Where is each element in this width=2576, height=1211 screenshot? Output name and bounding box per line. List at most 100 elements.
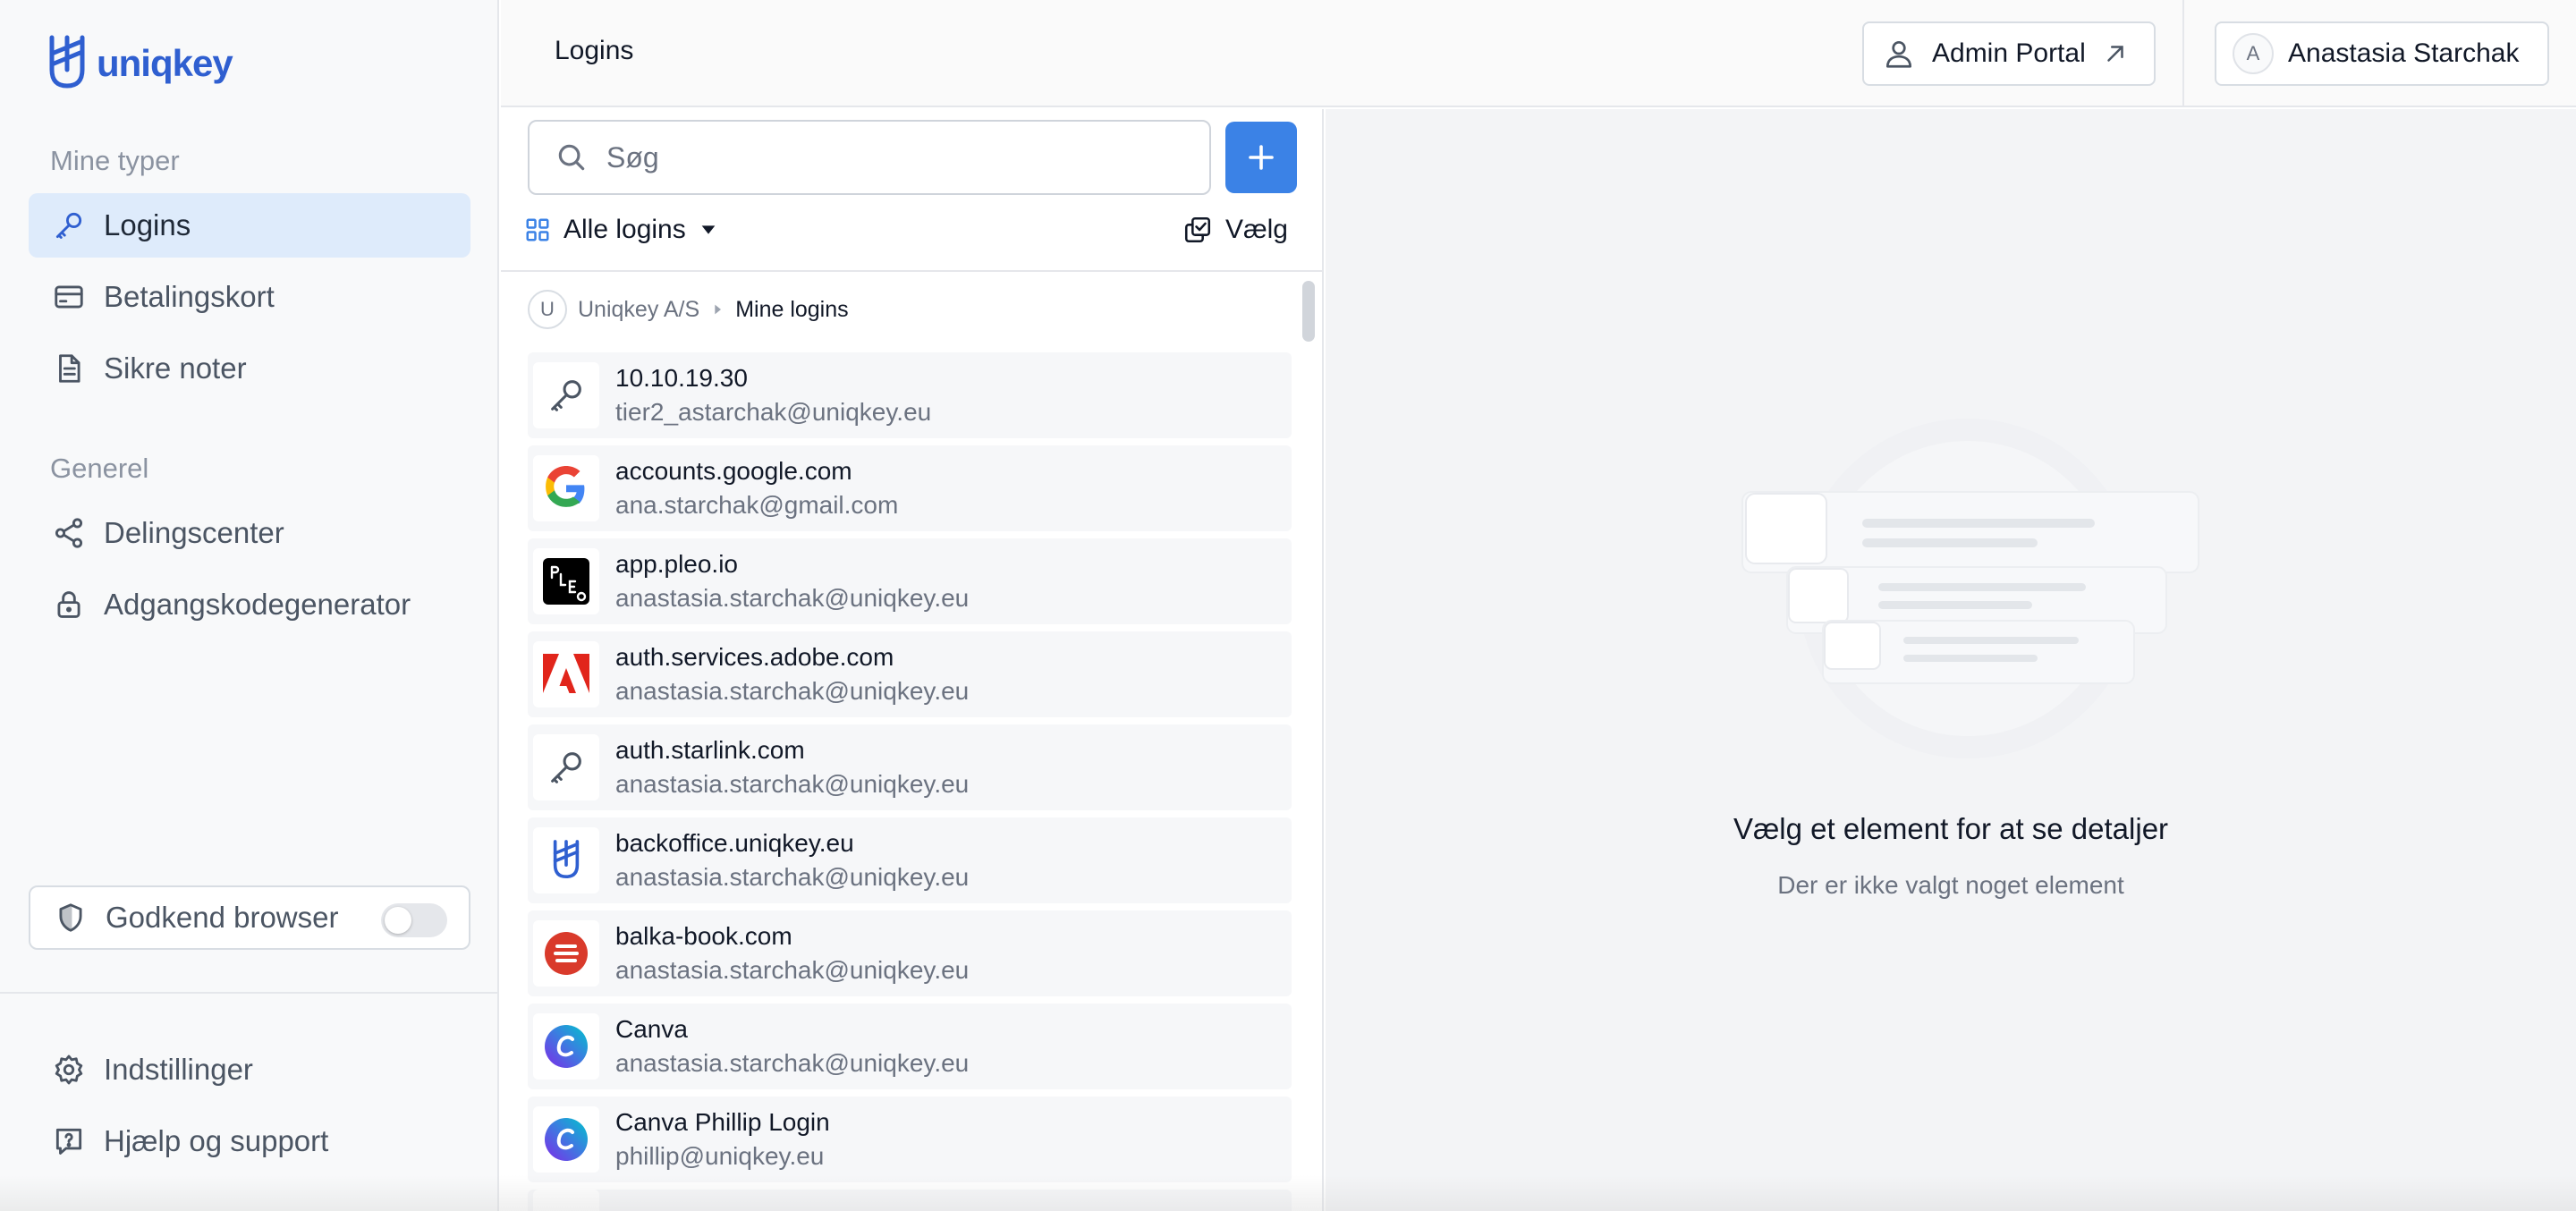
- plus-icon: [1249, 145, 1274, 170]
- key-icon: [551, 752, 581, 783]
- logo[interactable]: uniqkey: [47, 34, 233, 93]
- sidebar-item-label: Logins: [104, 208, 191, 241]
- help-chat-icon: [55, 1128, 82, 1155]
- google-icon: [546, 466, 585, 507]
- filter-dropdown[interactable]: Alle logins: [524, 215, 718, 245]
- item-subtitle: anastasia.starchak@uniqkey.eu: [615, 770, 970, 798]
- sidebar-item-label: Sikre noter: [104, 351, 247, 385]
- sidebar-item-password-generator[interactable]: Adgangskodegenerator: [29, 572, 470, 637]
- sidebar-item-sharing-center[interactable]: Delingscenter: [29, 501, 470, 565]
- section-label-my-types: Mine typer: [50, 145, 180, 176]
- item-subtitle: tier2_astarchak@uniqkey.eu: [615, 398, 932, 426]
- pleo-icon: [543, 558, 589, 605]
- admin-portal-label: Admin Portal: [1932, 38, 2086, 68]
- approve-browser-label: Godkend browser: [106, 901, 339, 934]
- key-icon: [551, 380, 581, 411]
- chevron-right-icon: [715, 304, 722, 315]
- item-icon-wrap: [533, 455, 599, 521]
- select-mode-button[interactable]: Vælg: [1182, 215, 1288, 245]
- list-item[interactable]: balka-book.com anastasia.starchak@uniqkey…: [528, 910, 1292, 996]
- item-icon-wrap: [533, 362, 599, 428]
- list-item[interactable]: 10.10.19.30 tier2_astarchak@uniqkey.eu: [528, 352, 1292, 438]
- sidebar-item-help[interactable]: Hjælp og support: [29, 1109, 470, 1173]
- item-subtitle: anastasia.starchak@uniqkey.eu: [615, 863, 970, 891]
- item-title: accounts.google.com: [615, 457, 852, 485]
- item-icon-wrap: [533, 1190, 599, 1211]
- list-item[interactable]: Canva Phillip Login phillip@uniqkey.eu: [528, 1097, 1292, 1182]
- adobe-icon: [543, 654, 589, 693]
- sidebar-divider: [0, 992, 499, 994]
- breadcrumb-current: Mine logins: [735, 296, 849, 322]
- search-icon: [558, 144, 585, 171]
- admin-portal-button[interactable]: Admin Portal: [1862, 21, 2156, 86]
- sidebar-item-label: Betalingskort: [104, 280, 275, 313]
- logins-list-panel: Alle logins Vælg U Uniqkey A/S Mine logi…: [501, 109, 1324, 1211]
- external-link-icon: [2107, 46, 2123, 62]
- top-header: Logins Admin Portal A Anastasia Starchak: [501, 0, 2576, 107]
- item-subtitle: anastasia.starchak@uniqkey.eu: [615, 584, 970, 612]
- item-icon-wrap: [533, 920, 599, 987]
- item-subtitle: phillip@uniqkey.eu: [615, 1142, 825, 1170]
- section-label-general: Generel: [50, 453, 149, 484]
- search-input[interactable]: [606, 140, 1179, 174]
- list-item[interactable]: backoffice.uniqkey.eu anastasia.starchak@…: [528, 817, 1292, 903]
- app-window: uniqkey Mine typer Logins Betalingskort …: [0, 0, 2576, 1211]
- canva-icon: [545, 1118, 588, 1161]
- user-icon: [1885, 40, 1912, 68]
- caret-down-icon: [701, 225, 716, 234]
- detail-panel: Vælg et element for at se detaljer Der e…: [1326, 109, 2576, 1211]
- list-item-partial[interactable]: [528, 1190, 1292, 1211]
- document-icon: [59, 354, 80, 383]
- list-item[interactable]: accounts.google.com ana.starchak@gmail.co…: [528, 445, 1292, 531]
- sidebar-item-payment-cards[interactable]: Betalingskort: [29, 265, 470, 329]
- breadcrumb-org[interactable]: Uniqkey A/S: [578, 297, 699, 323]
- sidebar-item-settings[interactable]: Indstillinger: [29, 1037, 470, 1102]
- page-title: Logins: [555, 36, 634, 65]
- search-box[interactable]: [528, 120, 1211, 195]
- item-title: balka-book.com: [615, 922, 792, 950]
- item-icon-wrap: [533, 1013, 599, 1080]
- sidebar-item-secure-notes[interactable]: Sikre noter: [29, 336, 470, 401]
- approve-browser-switch[interactable]: [381, 903, 447, 937]
- empty-state-subtitle: Der er ikke valgt noget element: [1777, 871, 2124, 899]
- sidebar-item-label: Hjælp og support: [104, 1124, 329, 1157]
- breadcrumb: U Uniqkey A/S Mine logins: [528, 290, 849, 329]
- user-name: Anastasia Starchak: [2288, 38, 2520, 68]
- item-title: backoffice.uniqkey.eu: [615, 829, 854, 857]
- item-icon-wrap: [533, 548, 599, 614]
- grid-icon: [526, 218, 549, 241]
- item-subtitle: anastasia.starchak@uniqkey.eu: [615, 677, 970, 705]
- lock-icon: [57, 591, 80, 618]
- list-item[interactable]: auth.services.adobe.com anastasia.starcha…: [528, 631, 1292, 717]
- org-avatar: U: [528, 290, 567, 329]
- key-icon: [55, 212, 82, 239]
- item-icon-wrap: [533, 827, 599, 893]
- shield-icon: [59, 903, 82, 932]
- item-title: Canva: [615, 1015, 688, 1043]
- share-icon: [55, 518, 83, 548]
- add-login-button[interactable]: [1225, 122, 1297, 193]
- user-menu-button[interactable]: A Anastasia Starchak: [2215, 21, 2549, 86]
- gear-icon: [55, 1054, 83, 1085]
- filter-label: Alle logins: [564, 215, 686, 244]
- sidebar-item-label: Delingscenter: [104, 516, 284, 549]
- select-label: Vælg: [1224, 215, 1288, 244]
- list-item[interactable]: auth.starlink.com anastasia.starchak@uniq…: [528, 724, 1292, 810]
- list-divider: [501, 270, 1322, 272]
- list-item[interactable]: app.pleo.io anastasia.starchak@uniqkey.eu: [528, 538, 1292, 624]
- item-icon-wrap: [533, 641, 599, 707]
- avatar: A: [2233, 33, 2274, 74]
- header-separator: [2182, 0, 2184, 107]
- logo-text: uniqkey: [97, 42, 233, 84]
- list-item[interactable]: Canva anastasia.starchak@uniqkey.eu: [528, 1004, 1292, 1089]
- approve-browser-toggle-row[interactable]: Godkend browser: [29, 885, 470, 950]
- item-subtitle: anastasia.starchak@uniqkey.eu: [615, 1049, 970, 1077]
- uniqkey-logo-icon: [49, 35, 85, 89]
- item-icon-wrap: [533, 1106, 599, 1173]
- item-icon-wrap: [533, 734, 599, 800]
- item-title: app.pleo.io: [615, 550, 739, 578]
- empty-state-illustration: [1741, 419, 2199, 758]
- list-scrollbar[interactable]: [1302, 281, 1315, 342]
- sidebar-item-logins[interactable]: Logins: [29, 193, 470, 258]
- item-subtitle: ana.starchak@gmail.com: [615, 491, 899, 519]
